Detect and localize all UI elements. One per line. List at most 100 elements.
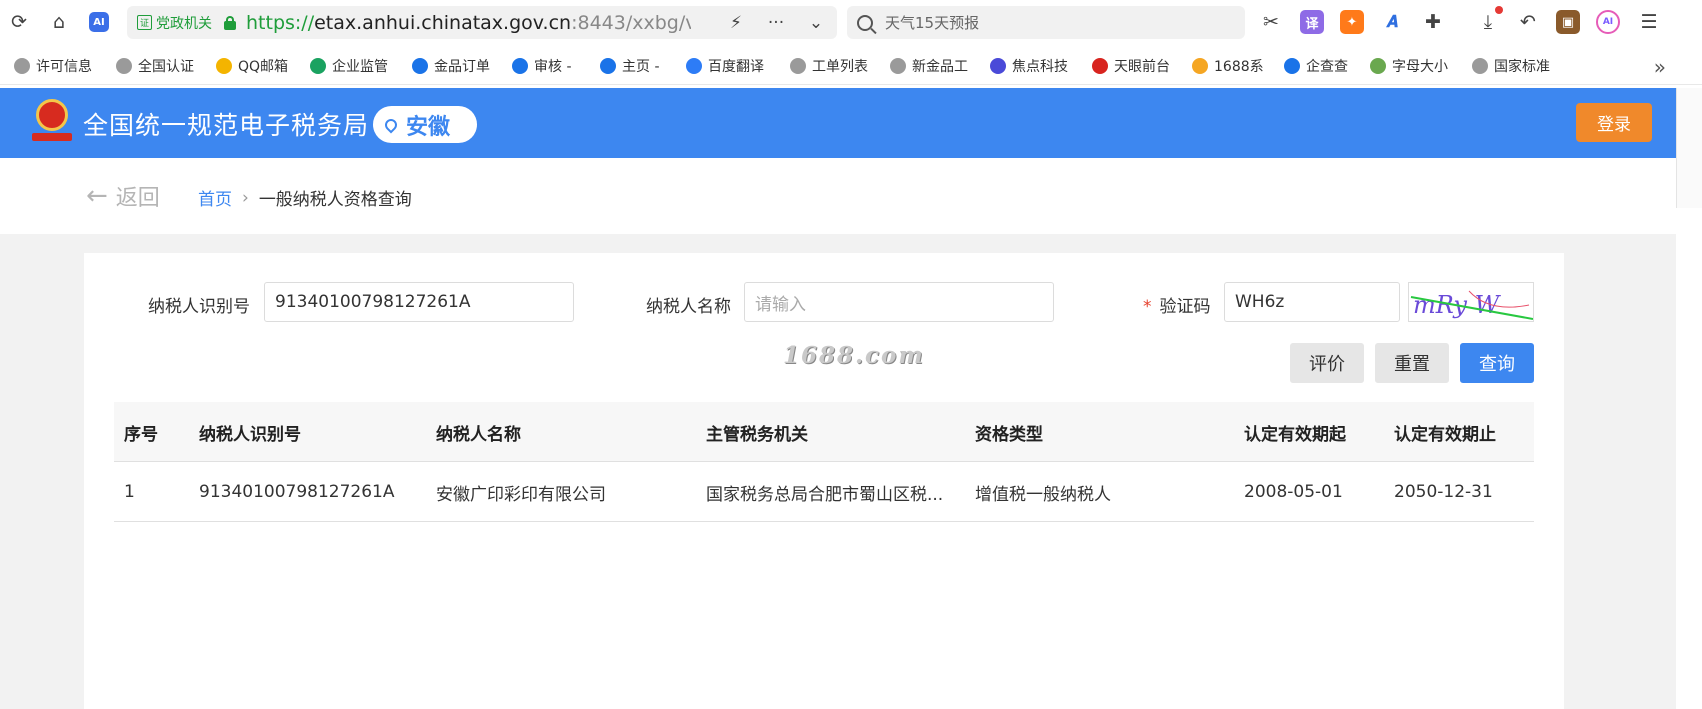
bookmark-item[interactable]: 全国认证 [116, 55, 194, 77]
watermark-text: 1688.com [783, 342, 925, 369]
taxpayer-name-input[interactable]: 请输入 [744, 282, 1054, 322]
bookmark-item[interactable]: 主页 - [600, 55, 660, 77]
bookmark-item[interactable]: 审核 - [512, 55, 572, 77]
column-header: 资格类型 [975, 424, 1043, 445]
bookmark-item[interactable]: 企查查 [1284, 55, 1348, 77]
url-text[interactable]: https://etax.anhui.chinatax.gov.cn:8443/… [246, 12, 691, 34]
search-box[interactable]: 天气15天预报 [847, 6, 1245, 39]
bookmark-item[interactable]: 焦点科技 [990, 55, 1068, 77]
chevron-down-icon[interactable]: ⌄ [803, 10, 829, 36]
back-button[interactable]: ← 返回 [86, 180, 160, 212]
bookmark-label: 1688系 [1214, 59, 1264, 75]
bookmark-label: 百度翻译 [708, 59, 764, 75]
browser-toolbar: ⟳ ⌂ AI 证 党政机关 https://etax.anhui.chinata… [0, 0, 1702, 44]
captcha-label-group: * 验证码 [1143, 292, 1211, 317]
bookmark-item[interactable]: QQ邮箱 [216, 55, 288, 77]
puzzle-icon[interactable]: ✚ [1420, 8, 1446, 36]
captcha-image[interactable]: mRy W [1408, 282, 1534, 322]
bookmark-label: QQ邮箱 [238, 59, 289, 75]
bookmark-item[interactable]: 天眼前台 [1092, 55, 1170, 77]
url-path: :8443/xxbg/view/zh [571, 11, 691, 34]
breadcrumb-home-link[interactable]: 首页 [198, 185, 232, 210]
address-bar[interactable]: 证 党政机关 https://etax.anhui.chinatax.gov.c… [127, 6, 837, 39]
region-label: 安徽 [406, 114, 451, 140]
cell-index: 1 [124, 482, 135, 502]
bookmark-label: 字母大小 [1392, 59, 1448, 75]
ai-extension-icon[interactable]: 𝑨 [1380, 10, 1404, 34]
more-icon[interactable]: ··· [763, 10, 789, 36]
bookmark-item[interactable]: 金品订单 [412, 55, 490, 77]
bookmark-label: 新金品工 [912, 59, 968, 75]
reset-button[interactable]: 重置 [1375, 343, 1449, 383]
bookmark-label: 审核 - [534, 59, 572, 75]
bookmark-label: 全国认证 [138, 59, 194, 75]
game-extension-icon[interactable]: ✦ [1340, 10, 1364, 34]
query-button[interactable]: 查询 [1460, 343, 1534, 383]
bookmark-label: 金品订单 [434, 59, 490, 75]
bookmark-item[interactable]: 新金品工 [890, 55, 968, 77]
cell-tax-authority: 国家税务总局合肥市蜀山区税... [706, 484, 944, 505]
region-selector[interactable]: 安徽 [373, 106, 477, 143]
national-emblem-logo [32, 99, 72, 143]
breadcrumb-bar: ← 返回 首页 › 一般纳税人资格查询 [0, 158, 1676, 234]
results-table-header: 序号 纳税人识别号 纳税人名称 主管税务机关 资格类型 认定有效期起 认定有效期… [114, 402, 1534, 462]
gov-agency-badge[interactable]: 证 党政机关 [137, 13, 212, 33]
bookmark-favicon [1284, 58, 1300, 74]
captcha-label: 验证码 [1159, 297, 1211, 317]
ai-assistant-icon[interactable]: AI [86, 8, 112, 36]
site-title: 全国统一规范电子税务局 [83, 111, 370, 140]
site-header: 全国统一规范电子税务局 安徽 登录 [0, 88, 1676, 158]
gov-shield-icon: 证 [137, 15, 152, 30]
search-icon [857, 14, 873, 31]
bookmark-favicon [310, 58, 326, 74]
undo-icon[interactable]: ↶ [1515, 8, 1541, 36]
evaluate-button[interactable]: 评价 [1290, 343, 1364, 383]
column-header: 序号 [124, 424, 158, 445]
search-placeholder: 天气15天预报 [885, 14, 980, 32]
breadcrumb-current: 一般纳税人资格查询 [258, 190, 412, 210]
column-header: 认定有效期止 [1394, 424, 1496, 445]
lightning-icon[interactable]: ⚡ [723, 10, 749, 36]
home-icon[interactable]: ⌂ [46, 8, 72, 36]
bookmark-item[interactable]: 企业监管 [310, 55, 388, 77]
bookmark-item[interactable]: 字母大小 [1370, 55, 1448, 77]
cell-valid-to: 2050-12-31 [1394, 482, 1493, 502]
bookmark-favicon [790, 58, 806, 74]
bookmark-item[interactable]: 工单列表 [790, 55, 868, 77]
download-badge [1495, 6, 1503, 14]
breadcrumb-separator: › [242, 187, 249, 208]
bookmark-label: 许可信息 [36, 59, 92, 75]
menu-icon[interactable]: ☰ [1636, 8, 1662, 36]
url-host: etax.anhui.chinatax.gov.cn [314, 11, 572, 34]
column-header: 纳税人名称 [436, 424, 521, 445]
bookmark-item[interactable]: 百度翻译 [686, 55, 764, 77]
translate-extension-icon[interactable]: 译 [1300, 10, 1324, 34]
ai-circle-icon[interactable]: AI [1596, 10, 1620, 34]
reload-icon[interactable]: ⟳ [6, 8, 32, 36]
captcha-input[interactable]: WH6z [1224, 282, 1400, 322]
bookmark-item[interactable]: 1688系 [1192, 55, 1264, 77]
bookmark-favicon [1192, 58, 1208, 74]
bookmark-favicon [990, 58, 1006, 74]
bookmark-label: 企业监管 [332, 59, 388, 75]
bookmark-favicon [686, 58, 702, 74]
location-pin-icon [382, 116, 400, 133]
bookmark-label: 天眼前台 [1114, 59, 1170, 75]
lock-icon[interactable] [224, 15, 236, 30]
bookmark-item[interactable]: 许可信息 [14, 55, 92, 77]
scissors-icon[interactable]: ✂ [1258, 8, 1284, 36]
cell-valid-from: 2008-05-01 [1244, 482, 1343, 502]
bookmark-favicon [1092, 58, 1108, 74]
table-row[interactable]: 1 91340100798127261A 安徽广印彩印有限公司 国家税务总局合肥… [114, 462, 1534, 522]
bookmark-favicon [890, 58, 906, 74]
bookmark-item[interactable]: 国家标准 [1472, 55, 1550, 77]
bookmark-label: 焦点科技 [1012, 59, 1068, 75]
briefcase-icon[interactable]: ▣ [1556, 10, 1580, 34]
login-button[interactable]: 登录 [1576, 103, 1652, 142]
breadcrumb: 首页 › 一般纳税人资格查询 [198, 185, 412, 211]
chevron-double-right-icon[interactable]: » [1654, 55, 1666, 79]
taxpayer-id-input[interactable]: 91340100798127261A [264, 282, 574, 322]
bookmark-favicon [412, 58, 428, 74]
bookmark-favicon [116, 58, 132, 74]
bookmark-label: 企查查 [1306, 59, 1348, 75]
